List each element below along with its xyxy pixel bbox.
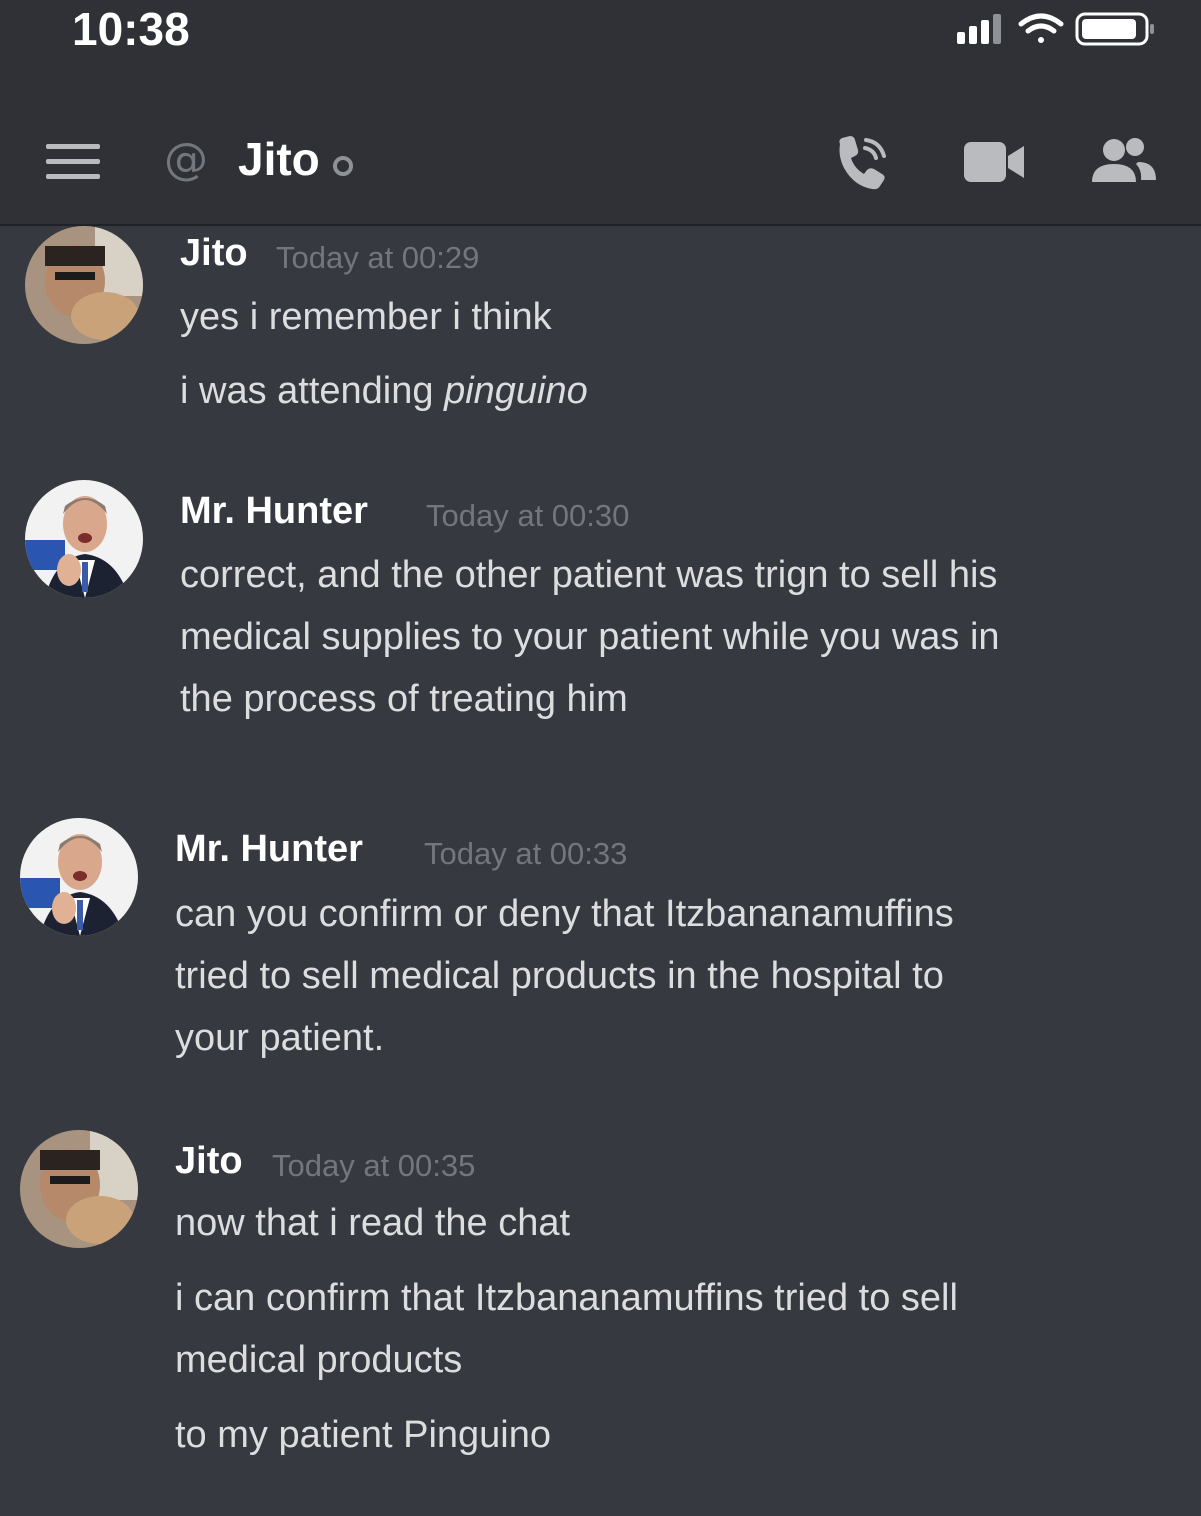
- presence-indicator: [333, 156, 353, 176]
- message-text: can you confirm or deny that Itzbananamu…: [175, 893, 954, 935]
- italic-text: pinguino: [444, 370, 588, 412]
- status-icons: [957, 12, 1154, 46]
- message-text: i can confirm that Itzbananamuffins trie…: [175, 1277, 958, 1319]
- battery-icon: [1075, 12, 1154, 46]
- video-icon[interactable]: [962, 134, 1026, 190]
- message-text: i was attending pinguino: [180, 360, 588, 422]
- avatar[interactable]: [25, 226, 143, 344]
- channel-name: Jito: [238, 133, 320, 185]
- message-text: medical supplies to your patient while y…: [180, 616, 1000, 658]
- message-text: tried to sell medical products in the ho…: [175, 955, 944, 997]
- message-text-prefix: i was attending: [180, 370, 445, 412]
- author-name[interactable]: Mr. Hunter: [180, 490, 368, 533]
- message-text: medical products: [175, 1339, 463, 1381]
- avatar[interactable]: [25, 480, 143, 598]
- message-text: your patient.: [175, 1017, 385, 1059]
- message-text: the process of treating him: [180, 678, 628, 720]
- wifi-icon: [1018, 13, 1064, 43]
- status-bar: 10:38: [0, 0, 1201, 100]
- menu-icon[interactable]: [46, 142, 100, 182]
- call-icon[interactable]: [832, 134, 892, 190]
- timestamp: Today at 00:35: [272, 1148, 476, 1183]
- message-text: correct, and the other patient was trign…: [180, 554, 998, 596]
- avatar[interactable]: [20, 1130, 138, 1248]
- author-name[interactable]: Jito: [175, 1140, 243, 1183]
- avatar[interactable]: [20, 818, 138, 936]
- message-text: yes i remember i think: [180, 296, 552, 338]
- signal-icon: [957, 14, 1001, 44]
- author-name[interactable]: Mr. Hunter: [175, 828, 363, 871]
- timestamp: Today at 00:33: [424, 836, 628, 871]
- at-icon: @: [164, 134, 208, 185]
- members-icon[interactable]: [1088, 134, 1158, 190]
- channel-header: @ Jito: [0, 100, 1201, 226]
- timestamp: Today at 00:30: [426, 498, 630, 533]
- timestamp: Today at 00:29: [276, 240, 480, 275]
- message-text: now that i read the chat: [175, 1202, 571, 1244]
- status-clock: 10:38: [72, 3, 190, 55]
- author-name[interactable]: Jito: [180, 232, 248, 275]
- message-text: to my patient Pinguino: [175, 1414, 552, 1456]
